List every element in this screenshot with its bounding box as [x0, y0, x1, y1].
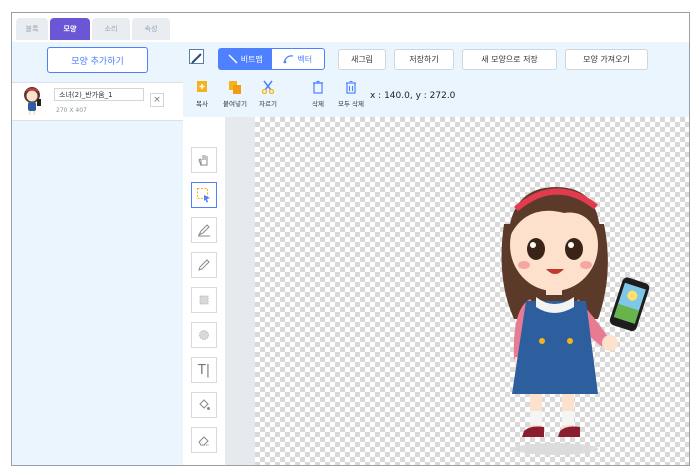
- copy-icon: [197, 81, 207, 92]
- tool-palette: T|: [183, 117, 226, 465]
- hand-icon: [198, 155, 208, 166]
- action-label: 자르기: [259, 100, 277, 108]
- canvas-gutter: [225, 117, 255, 465]
- pencil-tool[interactable]: [191, 252, 217, 278]
- mode-toggle: 비트맵 벡터: [218, 48, 325, 70]
- pen-icon: [197, 224, 210, 237]
- tab-shapes[interactable]: 모양: [50, 18, 90, 40]
- editor-window: 블록 모양 소리 속성 모양 추가하기 소녀(2)_반가움_1 270 X 40…: [11, 12, 690, 466]
- vector-label: 벡터: [297, 54, 313, 64]
- trash-icon: [313, 80, 323, 94]
- edit-mode-icon[interactable]: [189, 49, 204, 64]
- vector-mode-button[interactable]: 벡터: [272, 49, 325, 69]
- bitmap-mode-button[interactable]: 비트맵: [219, 49, 272, 69]
- action-label: 복사: [196, 100, 208, 108]
- cut-icon: [261, 80, 275, 94]
- bitmap-label: 비트맵: [240, 54, 263, 64]
- tab-properties[interactable]: 속성: [132, 18, 170, 40]
- add-shape-button[interactable]: 모양 추가하기: [47, 47, 148, 73]
- paste-icon: [229, 81, 241, 94]
- trash-all-icon: [346, 80, 356, 94]
- shape-size: 270 X 407: [56, 107, 87, 114]
- select-icon: [197, 188, 210, 203]
- rect-icon: [199, 295, 209, 305]
- ellipse-tool[interactable]: [191, 322, 217, 348]
- vector-icon: [283, 55, 294, 64]
- delete-button[interactable]: 삭제: [301, 80, 335, 114]
- pencil-icon: [198, 259, 210, 271]
- select-tool[interactable]: [191, 182, 217, 208]
- paste-button[interactable]: 붙여넣기: [218, 80, 252, 114]
- cursor-coordinates: x : 140.0, y : 272.0: [370, 91, 456, 101]
- action-label: 모두 삭제: [338, 100, 364, 108]
- cut-button[interactable]: 자르기: [251, 80, 285, 114]
- delete-all-button[interactable]: 모두 삭제: [334, 80, 368, 114]
- fill-tool[interactable]: [191, 392, 217, 418]
- shape-thumbnail: [24, 87, 41, 115]
- ellipse-icon: [199, 330, 209, 340]
- fill-icon: [199, 399, 210, 410]
- new-drawing-button[interactable]: 새그림: [338, 49, 386, 70]
- eraser-tool[interactable]: [191, 427, 217, 453]
- editor-toolbar: 비트맵 벡터 새그림 저장하기 새 모양으로 저장 모양 가져오기: [183, 42, 689, 77]
- tab-label: 소리: [104, 25, 118, 33]
- shape-list-item[interactable]: 소녀(2)_반가움_1 270 X 407 ×: [12, 82, 183, 121]
- text-icon: T|: [197, 362, 211, 378]
- tab-label: 모양: [63, 25, 77, 33]
- rect-tool[interactable]: [191, 287, 217, 313]
- action-toolbar: 복사 붙여넣기 자르기 삭제 모두 삭제 x : 140.0, y : 272.…: [183, 77, 689, 118]
- shape-name-input[interactable]: 소녀(2)_반가움_1: [54, 88, 144, 101]
- action-label: 붙여넣기: [223, 100, 247, 108]
- pen-tool[interactable]: [191, 217, 217, 243]
- drawing-canvas[interactable]: [255, 117, 689, 465]
- save-as-new-button[interactable]: 새 모양으로 저장: [462, 49, 557, 70]
- tab-blocks[interactable]: 블록: [16, 18, 48, 40]
- delete-shape-button[interactable]: ×: [150, 93, 164, 107]
- brush-square-icon: [191, 53, 202, 64]
- brush-icon: [228, 54, 238, 64]
- girl-character-image: [501, 187, 650, 455]
- eraser-icon: [198, 436, 209, 446]
- copy-button[interactable]: 복사: [185, 80, 219, 114]
- tab-label: 속성: [144, 25, 158, 33]
- tab-bar: 블록 모양 소리 속성: [12, 13, 689, 43]
- text-tool[interactable]: T|: [191, 357, 217, 383]
- save-button[interactable]: 저장하기: [394, 49, 454, 70]
- import-shape-button[interactable]: 모양 가져오기: [565, 49, 648, 70]
- tab-sounds[interactable]: 소리: [92, 18, 130, 40]
- tab-label: 블록: [25, 25, 39, 33]
- shape-list-panel: 모양 추가하기 소녀(2)_반가움_1 270 X 407 ×: [12, 42, 184, 465]
- action-label: 삭제: [312, 100, 324, 108]
- hand-tool[interactable]: [191, 147, 217, 173]
